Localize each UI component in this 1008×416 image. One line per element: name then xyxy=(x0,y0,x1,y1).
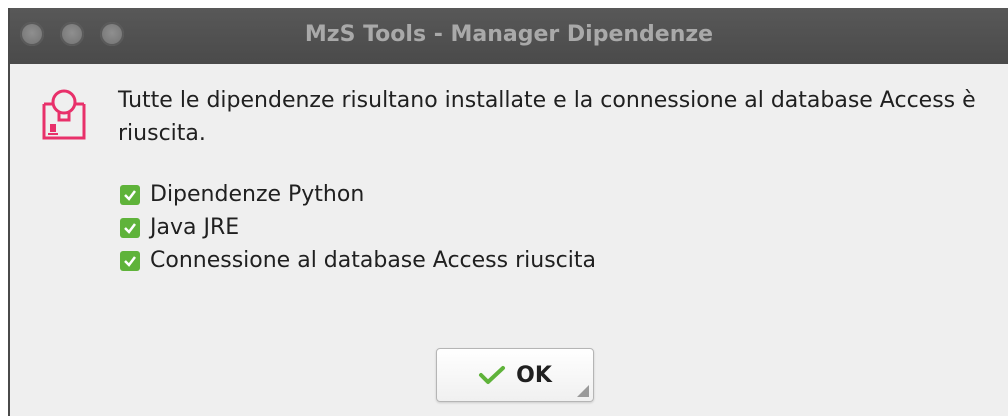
checkmark-icon xyxy=(479,366,506,384)
lightbulb-icon xyxy=(42,89,86,140)
dialog-content: Tutte le dipendenze risultano installate… xyxy=(10,64,1008,416)
ok-button[interactable]: OK xyxy=(436,348,594,402)
dialog-message: Tutte le dipendenze risultano installate… xyxy=(118,88,976,146)
check-label-connessione: Connessione al database Access riuscita xyxy=(150,248,596,273)
resize-grip-icon xyxy=(577,385,589,397)
list-item: Connessione al database Access riuscita xyxy=(120,244,596,277)
list-item: Java JRE xyxy=(120,211,596,244)
title-bar: MzS Tools - Manager Dipendenze xyxy=(10,8,1008,64)
window-title: MzS Tools - Manager Dipendenze xyxy=(304,22,714,47)
ok-button-label: OK xyxy=(516,362,552,388)
check-box-icon xyxy=(120,217,140,238)
check-box-icon xyxy=(120,184,140,205)
list-item: Dipendenze Python xyxy=(120,178,596,211)
check-label-java-jre: Java JRE xyxy=(150,215,240,240)
check-label-dipendenze-python: Dipendenze Python xyxy=(150,182,365,207)
check-box-icon xyxy=(120,250,140,271)
checks-list: Dipendenze Python Java JRE Connessione a… xyxy=(120,178,596,277)
dialog-window: MzS Tools - Manager Dipendenze Tutte le … xyxy=(8,8,1008,416)
